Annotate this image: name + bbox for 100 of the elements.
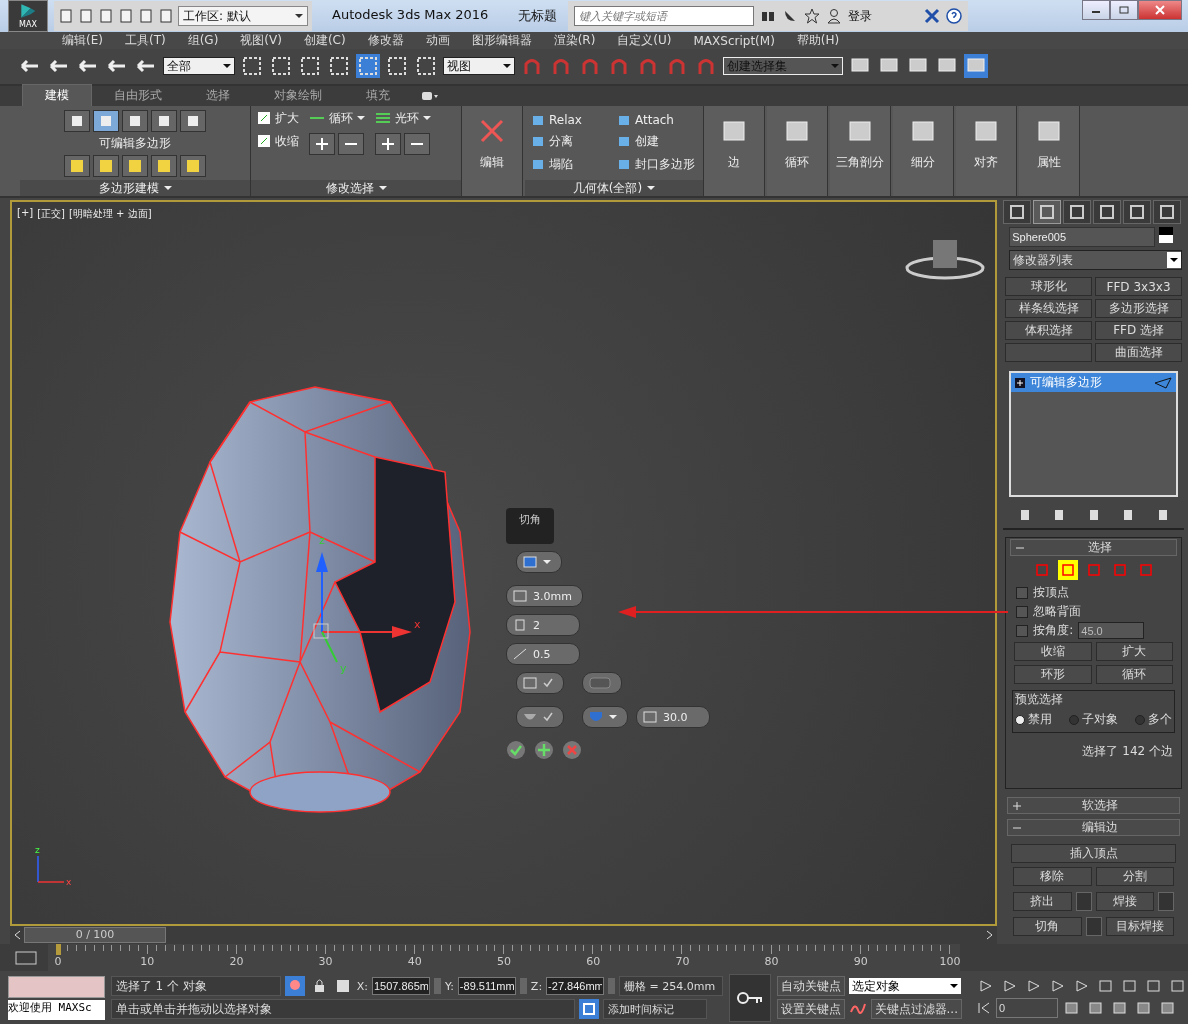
modifier-button[interactable]: 曲面选择 xyxy=(1095,343,1182,363)
target-weld-button[interactable]: 目标焊接 xyxy=(1105,917,1174,937)
ribbon-tool-button[interactable]: 循环 xyxy=(767,105,828,197)
minus-icon[interactable] xyxy=(404,132,430,155)
grow-button[interactable]: 扩大 xyxy=(257,109,299,127)
close-button[interactable] xyxy=(1138,0,1182,20)
ribbon-tab[interactable]: 对象绘制 xyxy=(252,84,344,106)
star-icon[interactable] xyxy=(804,8,820,24)
ring-button[interactable]: 光环 xyxy=(375,109,431,127)
edit-button[interactable]: 编辑 xyxy=(462,105,523,197)
menu-item[interactable]: MAXScript(M) xyxy=(693,33,775,48)
edit-edges-rollout-header[interactable]: 编辑边 xyxy=(1007,819,1180,837)
reference-coordinate-dropdown[interactable]: 视图 xyxy=(443,57,515,76)
selection-filter-dropdown[interactable]: 全部 xyxy=(163,57,235,76)
menu-item[interactable]: 工具(T) xyxy=(124,32,166,49)
macro-recorder-field[interactable] xyxy=(8,975,105,998)
shrink-button[interactable]: 收缩 xyxy=(257,132,299,150)
current-frame-field[interactable]: 0 xyxy=(996,997,1058,1018)
add-time-tag-field[interactable]: 添加时间标记 xyxy=(602,999,707,1020)
track-bar[interactable]: 0 10 20 30 40 50 60 70 80 90 100 xyxy=(48,944,960,972)
geometry-button[interactable]: 封口多边形 xyxy=(617,155,697,173)
auto-key-button[interactable]: 自动关键点 xyxy=(776,976,845,997)
apply-icon[interactable] xyxy=(534,740,554,761)
cancel-icon[interactable] xyxy=(562,740,582,761)
checkbox[interactable]: 按顶点 xyxy=(1006,583,1181,603)
menu-item[interactable]: 修改器 xyxy=(367,32,404,49)
viewport-label[interactable]: [+] xyxy=(17,207,34,222)
menu-item[interactable]: 渲染(R) xyxy=(553,32,596,49)
panel-toggle-icon[interactable] xyxy=(422,90,438,101)
chamfer-type-dropdown[interactable] xyxy=(516,551,562,574)
ring-button[interactable]: 环形 xyxy=(1014,665,1092,685)
viewport-label[interactable]: [明暗处理 + 边面] xyxy=(69,207,152,222)
split-button[interactable]: 分割 xyxy=(1095,867,1174,887)
modifier-button[interactable]: 样条线选择 xyxy=(1005,299,1093,319)
remove-button[interactable]: 移除 xyxy=(1013,867,1092,887)
ribbon-tool-button[interactable]: 对齐 xyxy=(956,105,1017,197)
checkbox[interactable] xyxy=(1016,624,1029,637)
radio-option[interactable]: 子对象 xyxy=(1069,711,1119,729)
geometry-button[interactable]: 塌陷 xyxy=(531,155,611,173)
tension-field[interactable]: 0.5 xyxy=(506,643,580,666)
ribbon-tool-button[interactable]: 边 xyxy=(704,105,765,197)
segments-field[interactable]: 2 xyxy=(506,614,580,637)
group-label[interactable]: 修改选择 xyxy=(251,180,461,197)
modifier-button[interactable]: FFD 3x3x3 xyxy=(1095,277,1182,297)
smooth-threshold-field[interactable]: 30.0 xyxy=(636,706,710,729)
ribbon-tab[interactable]: 自由形式 xyxy=(92,84,184,106)
group-label[interactable]: 几何体(全部) xyxy=(525,180,703,197)
menu-item[interactable]: 动画 xyxy=(425,32,450,49)
ribbon-tab[interactable]: 填充 xyxy=(344,84,412,106)
menu-item[interactable]: 组(G) xyxy=(187,32,219,49)
radio-option[interactable]: 禁用 xyxy=(1015,711,1053,729)
user-icon[interactable] xyxy=(826,8,842,24)
modifier-button[interactable]: FFD 选择 xyxy=(1095,321,1182,341)
menu-item[interactable]: 创建(C) xyxy=(303,32,346,49)
viewport[interactable]: [+] [正交] [明暗处理 + 边面] z x y z x 切角 3.0mm 2 0.5 30.0 xyxy=(10,200,998,927)
time-cursor[interactable] xyxy=(56,944,61,956)
plus-icon[interactable] xyxy=(375,132,401,155)
adaptive-degradation-icon[interactable] xyxy=(578,999,599,1020)
application-menu-button[interactable]: MAX xyxy=(8,0,48,32)
help-icon[interactable] xyxy=(946,8,962,24)
checkbox[interactable]: 忽略背面 xyxy=(1006,602,1181,622)
ribbon-tool-button[interactable]: 属性 xyxy=(1019,105,1080,197)
group-label[interactable]: 多边形建模 xyxy=(20,180,250,197)
coordinate-field[interactable]: -27.846mm xyxy=(546,977,605,996)
modifier-button[interactable]: 多边形选择 xyxy=(1095,299,1182,319)
geometry-button[interactable]: 分离 xyxy=(531,132,611,150)
time-slider-thumb[interactable]: 0 / 100 xyxy=(24,927,166,944)
minimize-button[interactable] xyxy=(1082,0,1110,20)
ribbon-tab[interactable]: 建模 xyxy=(22,83,92,106)
minus-icon[interactable] xyxy=(338,132,364,155)
shrink-button[interactable]: 收缩 xyxy=(1014,642,1092,662)
ok-icon[interactable] xyxy=(506,740,526,761)
modifier-stack-item[interactable]: 可编辑多边形 xyxy=(1011,373,1176,393)
object-color-swatch[interactable] xyxy=(1159,227,1174,244)
coordinate-field[interactable]: 1507.865m xyxy=(371,977,430,996)
geometry-button[interactable]: Attach xyxy=(617,113,697,128)
chamfer-button[interactable]: 切角 xyxy=(1013,917,1082,937)
curve-editor-icon[interactable] xyxy=(14,949,38,966)
search-field[interactable]: 键入关键字或短语 xyxy=(574,6,754,26)
set-key-text-button[interactable]: 设置关键点 xyxy=(776,999,845,1020)
menu-item[interactable]: 帮助(H) xyxy=(796,32,840,49)
sign-in-link[interactable]: 登录 xyxy=(848,7,918,25)
coordinate-field[interactable]: -89.511mm xyxy=(457,977,516,996)
ribbon-tool-button[interactable]: 细分 xyxy=(893,105,954,197)
modifier-button[interactable]: 球形化 xyxy=(1005,277,1093,297)
new-file-icon[interactable] xyxy=(58,8,74,24)
isolate-icon[interactable] xyxy=(284,976,305,997)
menu-item[interactable]: 视图(V) xyxy=(240,32,282,49)
menu-item[interactable]: 编辑(E) xyxy=(62,32,103,49)
exchange-icon[interactable] xyxy=(924,8,940,24)
invert-toggle[interactable] xyxy=(582,672,622,695)
chamfer-amount-field[interactable]: 3.0mm xyxy=(506,585,583,608)
geometry-button[interactable]: 创建 xyxy=(617,132,697,150)
maximize-button[interactable] xyxy=(1110,0,1138,20)
plus-icon[interactable] xyxy=(309,132,335,155)
angle-field[interactable]: 45.0 xyxy=(1078,622,1145,640)
modifier-list-dropdown[interactable]: 修改器列表 xyxy=(1009,250,1182,271)
workspace-dropdown[interactable]: 工作区: 默认 xyxy=(178,6,308,26)
geometry-button[interactable]: Relax xyxy=(531,113,611,128)
ribbon-tab[interactable]: 选择 xyxy=(184,84,252,106)
